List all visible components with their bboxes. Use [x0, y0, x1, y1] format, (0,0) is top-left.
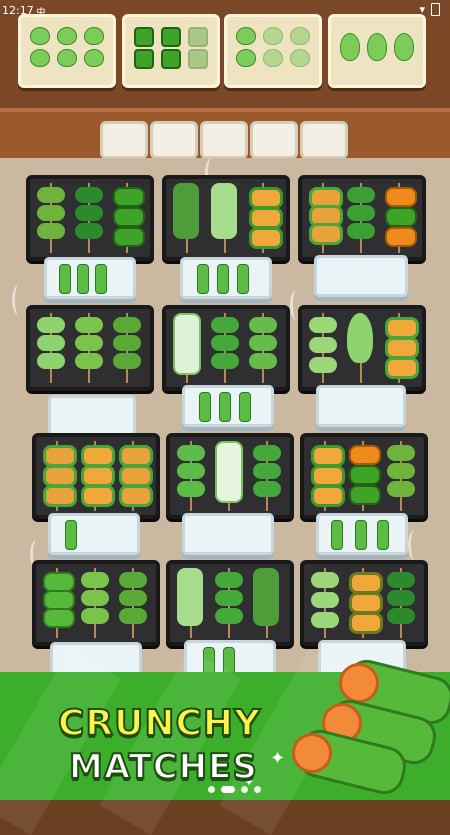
page-dot-active[interactable] — [221, 786, 235, 793]
serving-plate[interactable] — [48, 395, 136, 437]
order-card-2[interactable] — [122, 14, 220, 88]
steam — [408, 530, 421, 560]
grill-tray[interactable] — [166, 560, 294, 646]
empty-slot-1[interactable] — [100, 121, 148, 159]
order-card-1[interactable] — [18, 14, 116, 88]
pagination-dots — [208, 786, 261, 793]
grill-tray[interactable] — [300, 560, 428, 646]
sparkle-icon: ✦ — [270, 748, 286, 769]
order-card-4[interactable] — [328, 14, 426, 88]
status-icons: ▾ — [419, 3, 440, 16]
bok-choy-icon — [30, 27, 51, 45]
wifi-icon: ▾ — [419, 3, 425, 16]
grill-tray[interactable] — [298, 175, 426, 261]
lettuce-icon — [340, 33, 361, 61]
grill-tray[interactable] — [26, 175, 154, 261]
status-bar: 12:17 虫 ▾ — [0, 0, 450, 22]
grill-tray[interactable] — [26, 305, 154, 391]
page-dot[interactable] — [254, 786, 261, 793]
grill-tray[interactable] — [32, 433, 160, 519]
serving-plate[interactable] — [314, 255, 408, 297]
banner-title-line2: MATCHES — [68, 746, 258, 788]
grill-tray[interactable] — [32, 560, 160, 646]
grill-tray[interactable] — [166, 433, 294, 519]
serving-plate[interactable] — [182, 513, 274, 555]
bok-choy-icon — [236, 27, 257, 45]
page-dot[interactable] — [241, 786, 248, 793]
grill-tray[interactable] — [162, 175, 290, 261]
grill-tray[interactable] — [300, 433, 428, 519]
status-time: 12:17 — [2, 4, 34, 17]
empty-slot-4[interactable] — [250, 121, 298, 159]
empty-slot-5[interactable] — [300, 121, 348, 159]
banner-title-line1: CRUNCHY — [57, 702, 262, 745]
steam — [12, 285, 25, 315]
order-card-3[interactable] — [224, 14, 322, 88]
green-pepper-icon — [134, 27, 155, 47]
empty-slot-3[interactable] — [200, 121, 248, 159]
status-carrier: 虫 — [36, 8, 46, 19]
serving-plate[interactable] — [316, 385, 406, 427]
serving-plate[interactable] — [182, 385, 274, 427]
empty-slot-2[interactable] — [150, 121, 198, 159]
grill-tray[interactable] — [298, 305, 426, 391]
grill-tray[interactable] — [162, 305, 290, 391]
serving-plate[interactable] — [180, 257, 272, 299]
page-dot[interactable] — [208, 786, 215, 793]
serving-plate[interactable] — [44, 257, 136, 299]
serving-plate[interactable] — [48, 513, 140, 555]
serving-plate[interactable] — [316, 513, 408, 555]
battery-icon — [431, 3, 440, 16]
